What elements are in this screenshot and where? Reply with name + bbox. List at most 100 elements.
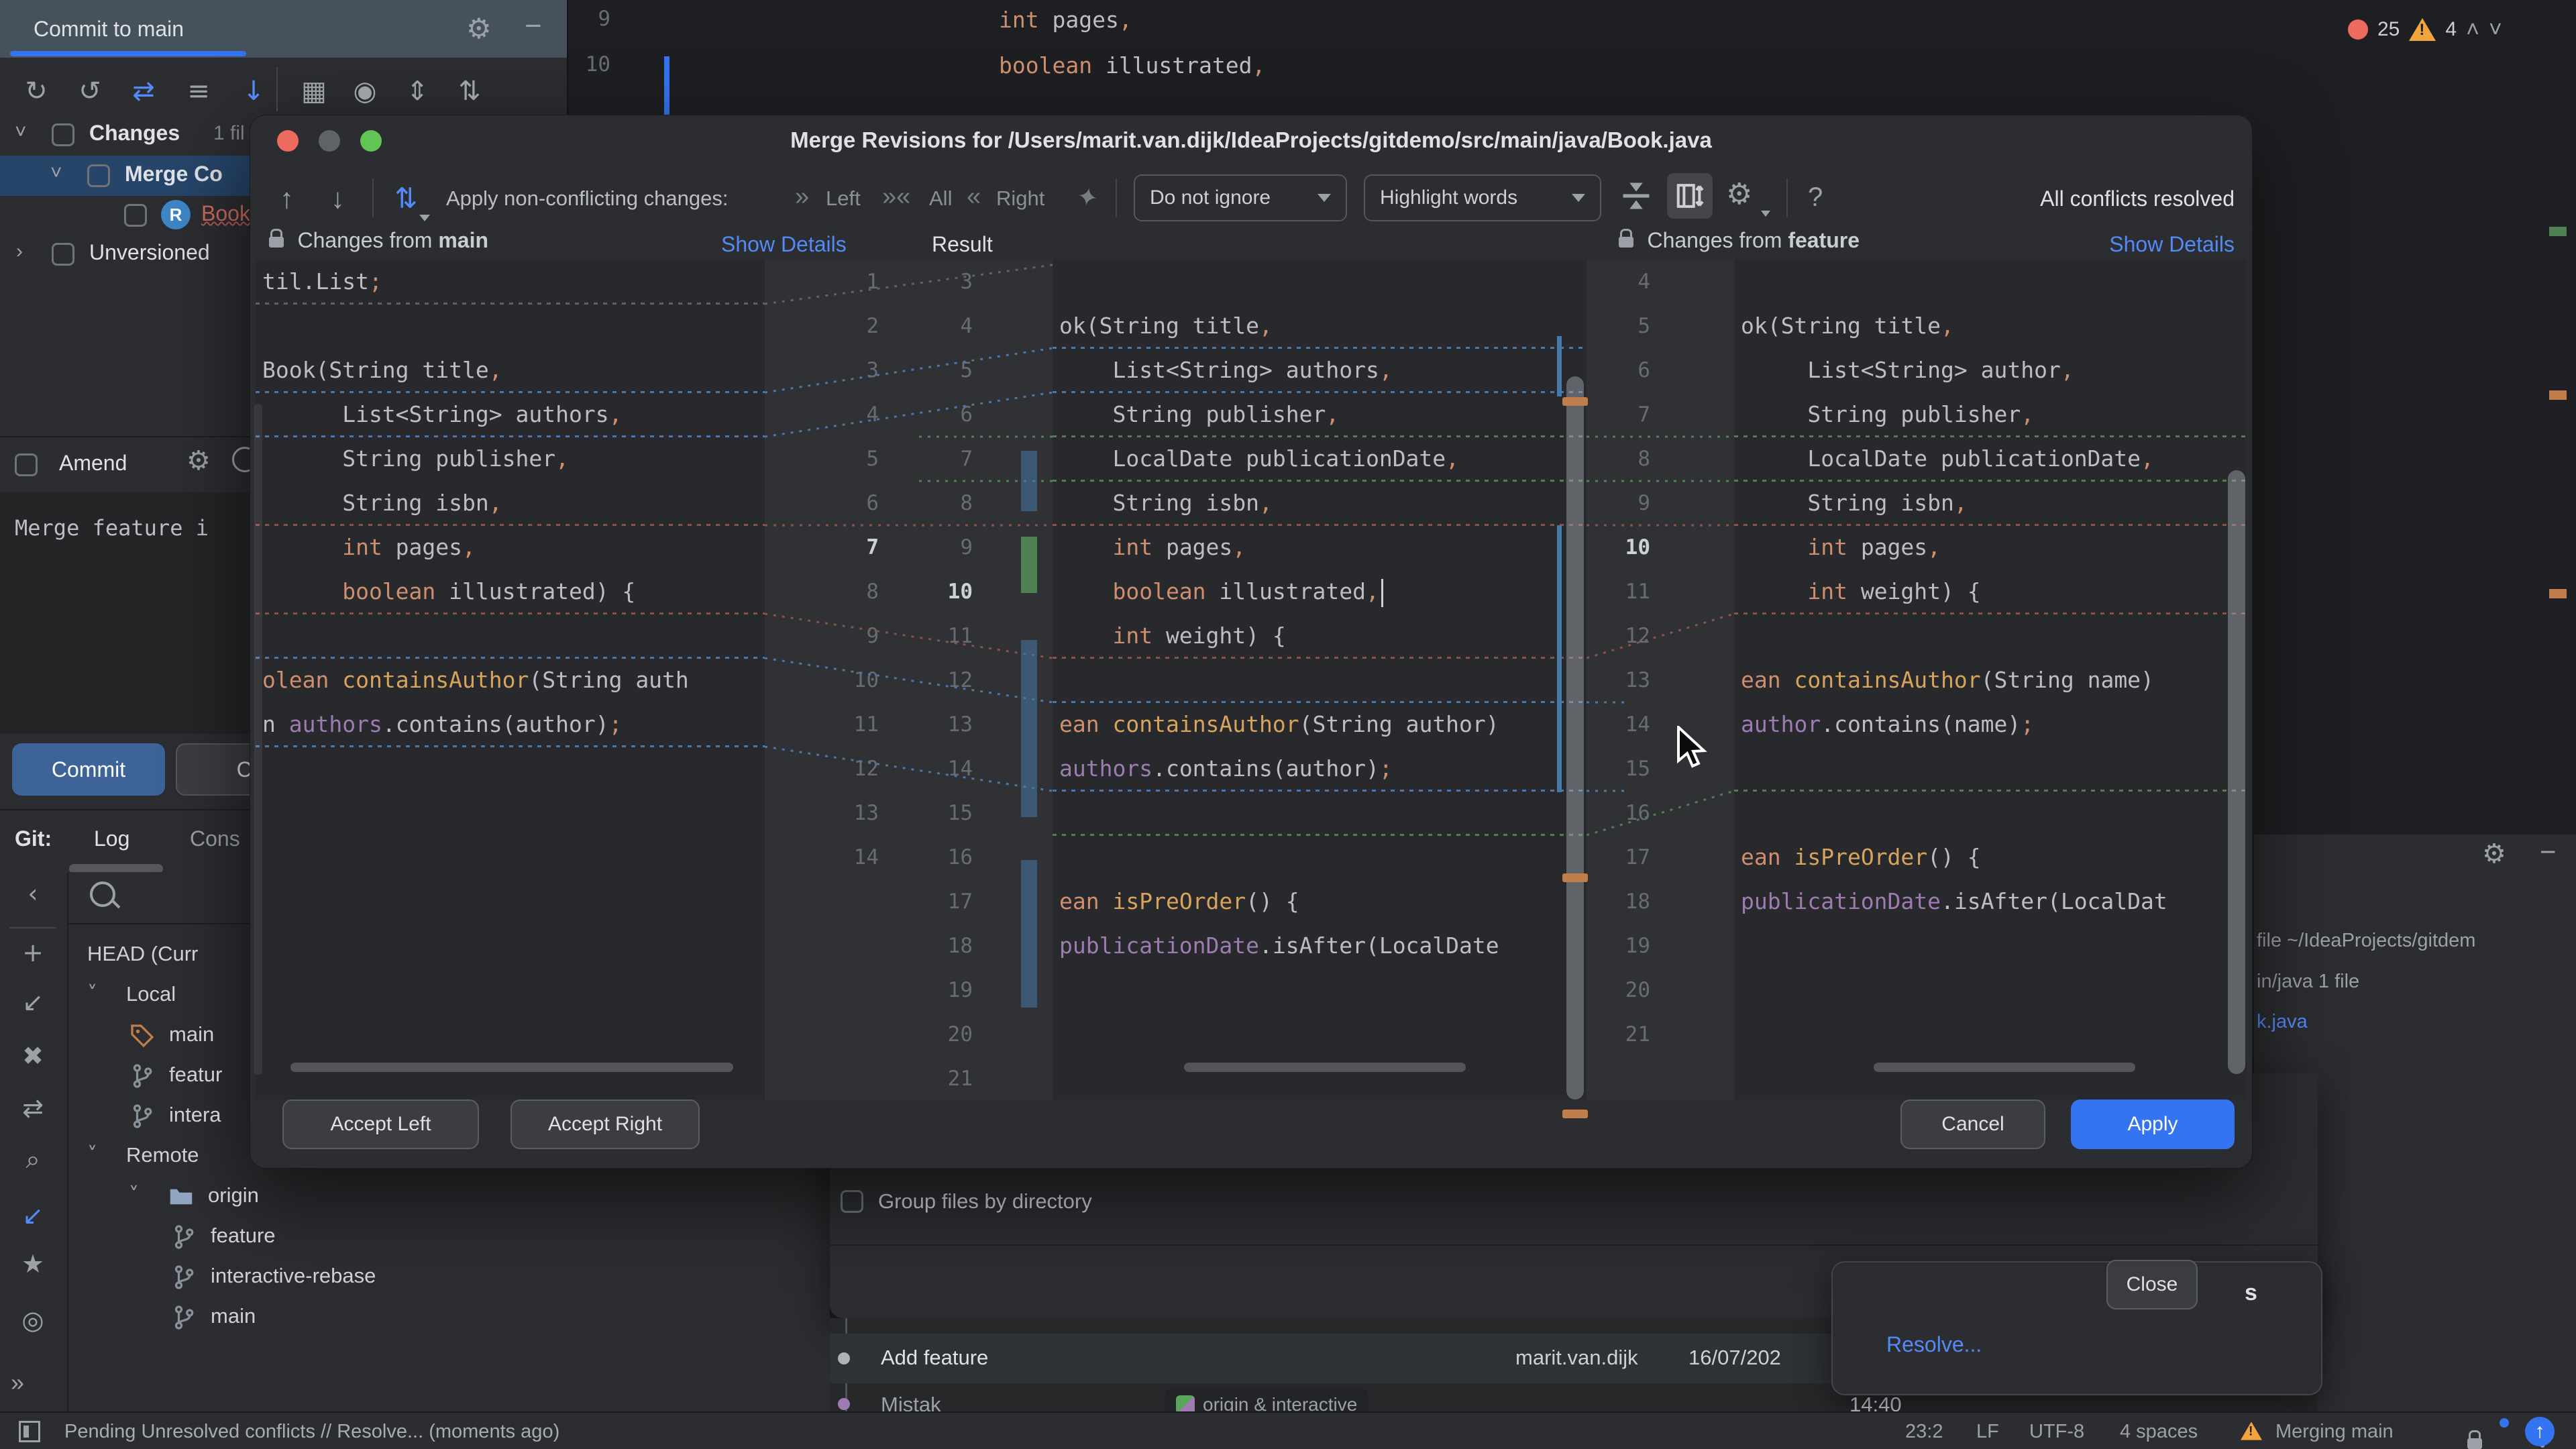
close-button[interactable]: Close [2106, 1260, 2198, 1309]
unlock-icon[interactable] [2467, 1430, 2483, 1449]
branch-widget[interactable]: Merging main [2275, 1421, 2394, 1443]
chevron-left-icon[interactable]: ‹ [12, 879, 54, 916]
target-icon[interactable]: ◉ [345, 70, 385, 113]
branch-tree-item[interactable]: ˅ origin [67, 1178, 828, 1217]
branch-tree-item[interactable]: feature [67, 1218, 828, 1257]
scrollbar-result-pane[interactable] [1566, 376, 1584, 1099]
checkbox[interactable] [87, 164, 110, 187]
highlight-mode-combo[interactable]: Highlight words [1364, 174, 1601, 221]
tab-console[interactable]: Cons [190, 826, 240, 851]
plus-icon[interactable]: + [12, 938, 54, 975]
code-line[interactable]: Book(String title, [256, 348, 765, 392]
code-line[interactable]: LocalDate publicationDate, [1734, 437, 2247, 481]
code-line[interactable]: String publisher, [256, 437, 765, 481]
navigate-icon[interactable]: ◎ [12, 1305, 54, 1343]
line-ending-widget[interactable]: LF [1976, 1421, 1999, 1443]
code-line[interactable]: boolean illustrated, [999, 52, 1265, 78]
expand-all-icon[interactable]: ⇕ [397, 70, 437, 113]
status-message[interactable]: Pending Unresolved conflicts // Resolve.… [64, 1421, 559, 1443]
apply-right-action[interactable]: Right [996, 186, 1044, 211]
code-line[interactable]: int pages, [1734, 525, 2247, 570]
fetch-arrows-icon[interactable]: ⇄ [12, 1093, 54, 1131]
delete-icon[interactable]: ✖ [12, 1041, 54, 1079]
branch-tree-item[interactable]: ˅ Remote [67, 1138, 828, 1177]
search-icon[interactable] [90, 881, 115, 907]
right-panel-file-link[interactable]: k.java [2257, 1011, 2308, 1033]
code-line[interactable]: ean containsAuthor(String name) [1734, 658, 2247, 702]
hscrollbar-result-pane[interactable] [1184, 1063, 1466, 1072]
collapse-unchanged-icon[interactable] [1619, 178, 1654, 217]
apply-all-action[interactable]: All [929, 186, 952, 211]
pane-changes-from-feature[interactable]: ok(String title, List<String> author, St… [1734, 260, 2247, 1099]
grid-icon[interactable]: ▦ [294, 70, 334, 113]
code-line[interactable]: olean containsAuthor(String auth [256, 658, 765, 702]
tab-log[interactable]: Log [94, 826, 129, 851]
download-icon[interactable]: ↓ [233, 70, 274, 113]
code-line[interactable]: String publisher, [1734, 392, 2247, 437]
gear-icon[interactable]: ⚙ [186, 445, 211, 476]
undo-icon[interactable]: ↺ [70, 70, 110, 113]
minimize-icon[interactable]: − [525, 9, 542, 43]
checkbox[interactable] [124, 204, 147, 227]
code-line[interactable]: ok(String title, [1734, 304, 2247, 348]
checkout-blue-icon[interactable]: ↙ [12, 1201, 54, 1238]
caret-position-widget[interactable]: 23:2 [1905, 1421, 1943, 1443]
tab-commit-to-main[interactable]: Commit to main [34, 0, 184, 58]
branch-tree-item[interactable]: main [67, 1017, 828, 1056]
favorite-star-icon[interactable]: ★ [12, 1249, 54, 1287]
code-line[interactable]: int pages, [256, 525, 765, 570]
branch-tree-item[interactable]: main [67, 1299, 828, 1338]
merge-icon[interactable]: ⇄ [123, 70, 164, 113]
branch-tree-item[interactable]: featur [67, 1057, 828, 1096]
code-line[interactable]: String isbn, [256, 481, 765, 525]
amend-checkbox[interactable] [15, 453, 38, 476]
code-line[interactable]: int pages, [999, 7, 1132, 33]
show-details-left-link[interactable]: Show Details [721, 232, 847, 257]
resolve-link[interactable]: Resolve... [1886, 1332, 1982, 1357]
code-line[interactable]: authors.contains(author); [1053, 747, 1587, 791]
branch-tree-item[interactable]: ˅ Local [67, 977, 828, 1016]
commit-button[interactable]: Commit [12, 743, 165, 796]
code-line[interactable]: int pages, [1053, 525, 1587, 570]
encoding-widget[interactable]: UTF-8 [2029, 1421, 2084, 1443]
problems-widget[interactable]: 25 4 ˄ ˅ [2348, 12, 2569, 47]
code-line[interactable]: List<String> author, [1734, 348, 2247, 392]
window-icon[interactable] [19, 1421, 40, 1442]
ignore-whitespace-combo[interactable]: Do not ignore [1134, 174, 1347, 221]
next-change-icon[interactable]: ↓ [331, 182, 345, 215]
code-line[interactable]: int weight) { [1053, 614, 1587, 658]
chevron-down-icon[interactable]: ˅ [2489, 17, 2502, 43]
indent-widget[interactable]: 4 spaces [2120, 1421, 2198, 1443]
code-line[interactable]: String isbn, [1734, 481, 2247, 525]
chevron-up-icon[interactable]: ˄ [2466, 17, 2479, 43]
gear-icon[interactable]: ⚙ [1726, 177, 1752, 211]
gear-icon[interactable]: ⚙ [2482, 839, 2506, 869]
pane-result[interactable]: ok(String title, List<String> authors, S… [1053, 260, 1587, 1099]
checkbox[interactable] [52, 243, 74, 266]
minimize-icon[interactable]: − [2540, 836, 2557, 868]
code-line[interactable]: List<String> authors, [256, 392, 765, 437]
checkbox[interactable] [841, 1190, 863, 1213]
code-line[interactable]: author.contains(name); [1734, 702, 2247, 747]
apply-button[interactable]: Apply [2071, 1099, 2235, 1149]
branch-tree-item[interactable]: interactive-rebase [67, 1258, 828, 1297]
checkbox[interactable] [52, 123, 74, 146]
scrollbar-right-pane[interactable] [2228, 470, 2245, 1074]
code-line[interactable]: publicationDate.isAfter(LocalDat [1734, 879, 2247, 924]
code-line[interactable]: List<String> authors, [1053, 348, 1587, 392]
refresh-icon[interactable]: ↻ [16, 70, 56, 113]
code-line[interactable]: String publisher, [1053, 392, 1587, 437]
hscrollbar-right-pane[interactable] [1874, 1063, 2135, 1072]
auto-merge-icon[interactable]: ⇄ [390, 186, 423, 209]
apply-left-action[interactable]: Left [826, 186, 861, 211]
code-line[interactable]: ean isPreOrder() { [1734, 835, 2247, 879]
show-details-right-link[interactable]: Show Details [2108, 232, 2235, 257]
group-files-checkbox-row[interactable]: Group files by directory [841, 1186, 1092, 1217]
update-icon[interactable]: ↑ [2525, 1417, 2555, 1446]
code-line[interactable]: LocalDate publicationDate, [1053, 437, 1587, 481]
cancel-button[interactable]: Cancel [1900, 1099, 2045, 1149]
branch-tree-item[interactable]: intera [67, 1097, 828, 1136]
prev-change-icon[interactable]: ↑ [280, 182, 294, 215]
code-line[interactable]: ean containsAuthor(String author) [1053, 702, 1587, 747]
branch-tree-item[interactable]: HEAD (Curr [67, 936, 828, 975]
